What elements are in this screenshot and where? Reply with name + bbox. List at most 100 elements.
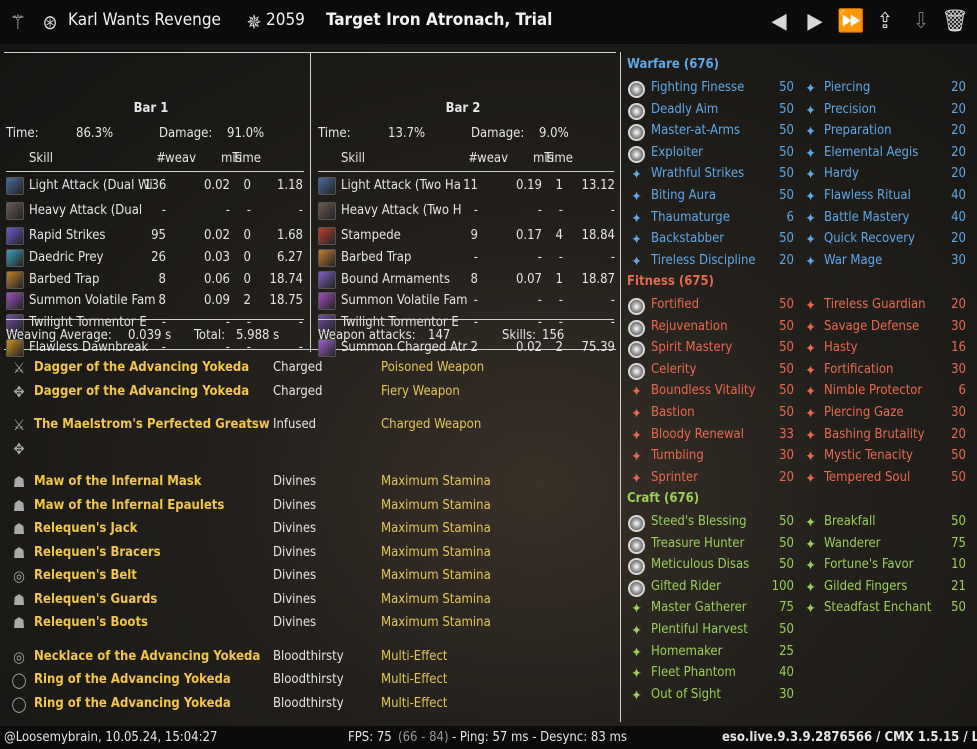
gear-enchant: Maximum Stamina	[381, 568, 491, 583]
cp-skill-name: Fortified	[651, 297, 700, 312]
time-label: Time:	[6, 126, 39, 141]
cp-skill-name: Hardy	[824, 166, 859, 182]
fps-value: FPS: 75	[348, 730, 392, 745]
footer-left-label: Weaving Average:	[6, 328, 112, 343]
cp-skill-value: 50	[779, 318, 794, 334]
damage-value: 91.0%	[227, 126, 265, 141]
skill-missed: -	[558, 250, 563, 265]
cp-skill-value: 50	[779, 166, 794, 182]
cp-skill-name: Bastion	[651, 405, 695, 420]
cp-skill-value: 50	[779, 557, 794, 573]
star-icon: ✦	[805, 406, 816, 422]
column-header: Skill	[341, 151, 365, 166]
skill-row: Summon Volatile Fam 8 0.09 2 18.75	[6, 290, 306, 312]
skill-row: Heavy Attack (Two H----	[318, 200, 618, 222]
column-header: Time	[232, 151, 261, 166]
column-header: weav	[477, 151, 508, 166]
cp-skill-name: Fleet Phantom	[651, 665, 736, 681]
divider	[6, 319, 304, 320]
gear-name: The Maelstrom's Perfected Greatswor	[34, 417, 270, 432]
skill-name: Light Attack (Dual Wi	[29, 178, 153, 193]
cp-skill-name: Deadly Aim	[651, 101, 719, 117]
last-fight-button[interactable]: ⏩	[836, 8, 866, 36]
cp-skill-value: 50	[779, 340, 794, 356]
cp-skill-name: Tireless Discipline	[651, 252, 756, 268]
save-icon[interactable]: ⇩	[906, 8, 936, 36]
damage-label: Damage:	[159, 126, 213, 141]
cp-skill-value: 20	[951, 123, 966, 139]
gear-name: Maw of the Infernal Epaulets	[34, 498, 225, 513]
slotted-star-icon	[628, 124, 645, 142]
cp-skill-value: 20	[951, 297, 966, 312]
skill-row: Stampede 9 0.17 4 18.84	[318, 225, 618, 247]
skill-count: 136	[144, 178, 166, 193]
skill-icon	[6, 271, 24, 289]
cp-skill-name: Boundless Vitality	[651, 383, 756, 399]
skill-time: 18.74	[269, 272, 303, 287]
damage-label: Damage:	[471, 126, 525, 141]
cp-skill-name: Gilded Fingers	[824, 578, 908, 594]
cp-skill-name: Bloody Renewal	[651, 426, 744, 442]
skill-weave: -	[537, 293, 542, 308]
star-icon: ✦	[805, 189, 816, 205]
cp-skill-name: Biting Aura	[651, 188, 717, 203]
cp-skill-value: 25	[779, 643, 794, 659]
cp-skill-name: Fighting Finesse	[651, 80, 745, 95]
gear-enchant: Multi-Effect	[381, 672, 448, 687]
upload-icon[interactable]: ⇪	[870, 8, 900, 36]
bar-title: Bar 1	[133, 101, 169, 116]
cp-skill-name: Wrathful Strikes	[651, 166, 745, 182]
fps-range: (66 - 84)	[398, 730, 449, 745]
legs-icon: ☗	[12, 591, 26, 609]
cp-skill-name: Meticulous Disas	[651, 557, 750, 573]
skill-weave: -	[225, 203, 230, 218]
skill-row: Heavy Attack (Dual - - - -	[6, 200, 306, 222]
cp-skill-name: Battle Mastery	[824, 209, 910, 225]
cp-skill-value: 20	[951, 101, 966, 117]
helmet-icon: ☗	[12, 473, 26, 491]
next-fight-button[interactable]: ▶	[800, 8, 830, 36]
cp-skill-value: 50	[951, 600, 966, 616]
cp-skill-name: Fortification	[824, 361, 894, 377]
cp-skill-name: Thaumaturge	[651, 209, 730, 225]
column-header: Skill	[29, 151, 53, 166]
skill-weave: -	[537, 250, 542, 265]
dagger-icon: ✥	[13, 383, 25, 401]
gear-trait: Divines	[273, 474, 317, 489]
skill-count: 2	[470, 340, 478, 355]
star-icon: ✦	[631, 687, 642, 704]
cp-skill-value: 30	[951, 405, 966, 420]
skill-row: Summon Volatile Fam - - - -	[318, 290, 618, 312]
cp-skill-value: 50	[779, 101, 794, 117]
slotted-star-icon	[628, 579, 645, 597]
delete-icon[interactable]: 🗑	[940, 8, 970, 36]
footer-right-value: 5.988 s	[236, 328, 280, 343]
cp-category-title: Fitness (675)	[627, 274, 714, 289]
previous-fight-button[interactable]: ◀	[764, 8, 794, 36]
slotted-star-icon	[628, 362, 645, 380]
cp-skill-name: Spirit Mastery	[651, 340, 733, 356]
skill-icon	[6, 249, 24, 267]
main-panel: Bar 1 Time: 86.3% Damage: 91.0% Skill # weav mis…	[0, 44, 977, 726]
cp-skill-name: Nimble Protector	[824, 383, 923, 399]
skill-row: Barbed Trap 8 0.06 0 18.74	[6, 269, 306, 291]
skill-icon	[318, 227, 336, 245]
gear-name: Relequen's Belt	[34, 568, 137, 583]
divider	[318, 171, 614, 172]
skill-weave: 0.02	[203, 228, 230, 243]
footer-right-value: 156	[542, 328, 565, 343]
ring-icon: ◯	[11, 671, 27, 689]
slotted-star-icon	[628, 298, 645, 315]
skill-missed: -	[246, 203, 251, 218]
star-icon: ✦	[805, 145, 816, 162]
skill-name: Heavy Attack (Two H	[341, 203, 462, 218]
cp-skill-name: Out of Sight	[651, 686, 721, 702]
gear-enchant: Maximum Stamina	[381, 592, 491, 607]
cp-skill-value: 40	[951, 209, 966, 225]
greatsword-icon: ⚔	[12, 416, 26, 434]
skill-name: Heavy Attack (Dual	[29, 203, 143, 218]
footer-right-label: Total:	[194, 328, 226, 343]
skill-time: -	[298, 203, 303, 218]
gear-enchant: Maximum Stamina	[381, 615, 491, 630]
skill-count: -	[473, 203, 478, 218]
